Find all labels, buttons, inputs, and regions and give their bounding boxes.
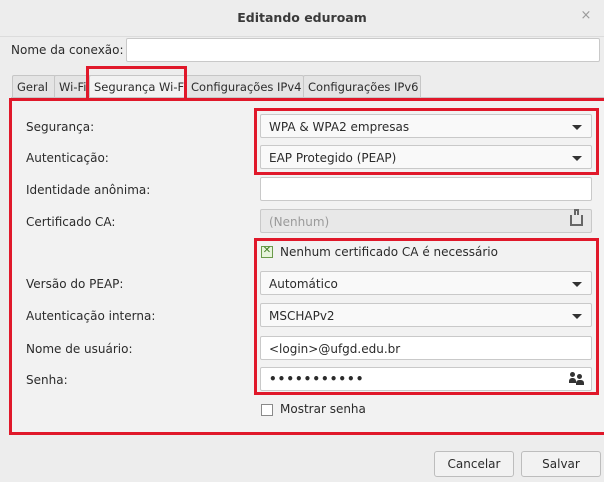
tab-ipv6[interactable]: Configurações IPv6 xyxy=(303,75,421,98)
chevron-down-icon xyxy=(572,314,582,319)
no-ca-required-label: Nenhum certificado CA é necessário xyxy=(280,245,498,259)
connection-name-row: Nome da conexão: xyxy=(0,38,604,62)
connection-name-label: Nome da conexão: xyxy=(11,43,124,57)
tab-geral[interactable]: Geral xyxy=(12,75,56,98)
ca-certificate-value: (Nenhum) xyxy=(269,215,330,229)
inner-auth-label: Autenticação interna: xyxy=(26,309,156,323)
tab-wifi[interactable]: Wi-Fi xyxy=(54,75,92,98)
users-icon[interactable] xyxy=(569,372,584,385)
tab-label: Segurança Wi-Fi xyxy=(94,80,187,94)
tab-label: Geral xyxy=(17,80,48,94)
chevron-down-icon xyxy=(572,282,582,287)
check-icon: ✕ xyxy=(262,245,272,256)
password-label: Senha: xyxy=(26,373,68,387)
authentication-label: Autenticação: xyxy=(26,151,109,165)
no-ca-required-checkbox[interactable]: ✕ xyxy=(261,245,273,258)
chevron-down-icon xyxy=(572,156,582,161)
show-password-label: Mostrar senha xyxy=(280,402,366,416)
tab-label: Wi-Fi xyxy=(59,80,87,94)
ca-certificate-label: Certificado CA: xyxy=(26,215,116,229)
close-icon[interactable]: × xyxy=(578,8,594,24)
file-open-icon xyxy=(570,209,583,226)
security-select[interactable]: WPA & WPA2 empresas xyxy=(260,114,592,138)
show-password-checkbox[interactable] xyxy=(261,404,273,416)
peap-version-label: Versão do PEAP: xyxy=(26,277,124,291)
password-input[interactable]: ••••••••••• xyxy=(260,367,592,391)
inner-auth-value: MSCHAPv2 xyxy=(269,309,335,323)
security-value: WPA & WPA2 empresas xyxy=(269,120,410,134)
peap-version-value: Automático xyxy=(269,277,338,291)
save-button[interactable]: Salvar xyxy=(521,451,601,477)
password-value: ••••••••••• xyxy=(269,372,365,386)
tab-label: Configurações IPv4 xyxy=(191,80,302,94)
ca-certificate-chooser[interactable]: (Nenhum) xyxy=(260,209,592,233)
authentication-select[interactable]: EAP Protegido (PEAP) xyxy=(260,145,592,169)
username-value: <login>@ufgd.edu.br xyxy=(269,342,401,356)
tab-label: Configurações IPv6 xyxy=(308,80,419,94)
security-label: Segurança: xyxy=(26,120,95,134)
title-bar: Editando eduroam × xyxy=(0,0,604,37)
authentication-value: EAP Protegido (PEAP) xyxy=(269,151,397,165)
anonymous-identity-label: Identidade anônima: xyxy=(26,183,151,197)
inner-auth-select[interactable]: MSCHAPv2 xyxy=(260,303,592,327)
peap-version-select[interactable]: Automático xyxy=(260,271,592,295)
chevron-down-icon xyxy=(572,125,582,130)
cancel-button[interactable]: Cancelar xyxy=(434,451,514,477)
anonymous-identity-input[interactable] xyxy=(260,177,592,201)
tab-ipv4[interactable]: Configurações IPv4 xyxy=(186,75,304,98)
username-label: Nome de usuário: xyxy=(26,342,133,356)
connection-name-input[interactable] xyxy=(126,38,600,62)
username-input[interactable]: <login>@ufgd.edu.br xyxy=(260,336,592,360)
window-title: Editando eduroam xyxy=(237,10,367,25)
